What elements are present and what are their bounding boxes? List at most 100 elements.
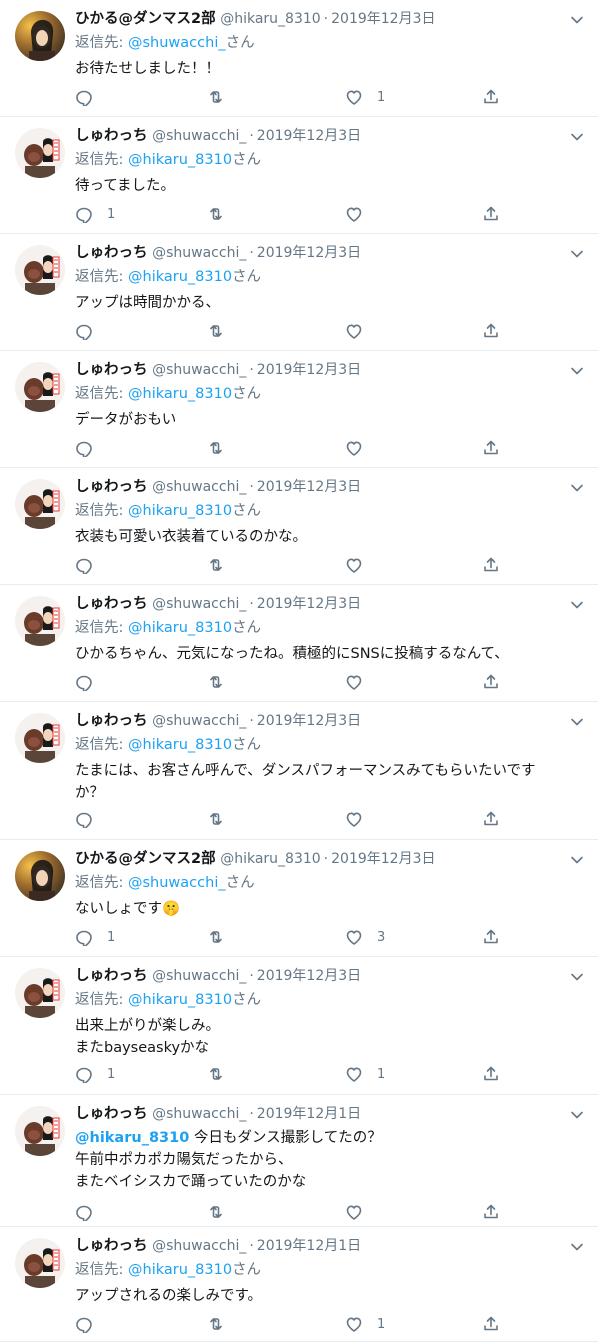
reply-button[interactable]: [75, 1201, 93, 1223]
reply-mention-link[interactable]: @hikaru_8310: [128, 992, 232, 1008]
display-name[interactable]: しゅわっち: [75, 1106, 148, 1122]
tweet[interactable]: しゅわっち @shuwacchi_ · 2019年12月3日 返信先: @hikaru…: [0, 234, 598, 351]
like-button[interactable]: [345, 320, 363, 342]
chevron-down-icon[interactable]: [570, 1239, 584, 1253]
share-button[interactable]: [482, 554, 500, 576]
avatar[interactable]: [15, 11, 65, 61]
display-name[interactable]: しゅわっち: [75, 479, 148, 495]
reply-mention-link[interactable]: @shuwacchi_: [128, 875, 226, 891]
user-handle[interactable]: @shuwacchi_: [152, 1106, 246, 1122]
tweet-date[interactable]: 2019年12月3日: [257, 713, 361, 729]
share-button[interactable]: [482, 203, 500, 225]
share-button[interactable]: [482, 1063, 500, 1085]
share-button[interactable]: [482, 86, 500, 108]
like-button[interactable]: [345, 1201, 363, 1223]
tweet[interactable]: ひかる@ダンマス2部 @hikaru_8310 · 2019年12月3日 返信先: @…: [0, 0, 598, 117]
display-name[interactable]: ひかる@ダンマス2部: [75, 11, 216, 27]
chevron-down-icon[interactable]: [570, 969, 584, 983]
display-name[interactable]: しゅわっち: [75, 245, 148, 261]
user-handle[interactable]: @hikaru_8310: [220, 11, 320, 27]
reply-button[interactable]: [75, 671, 93, 693]
tweet-date[interactable]: 2019年12月3日: [257, 968, 361, 984]
display-name[interactable]: しゅわっち: [75, 1238, 148, 1254]
share-button[interactable]: [482, 1201, 500, 1223]
reply-button[interactable]: [75, 554, 93, 576]
tweet-date[interactable]: 2019年12月3日: [257, 128, 361, 144]
tweet-date[interactable]: 2019年12月3日: [331, 851, 435, 867]
like-button[interactable]: [345, 554, 363, 576]
reply-button[interactable]: [75, 320, 93, 342]
tweet[interactable]: しゅわっち @shuwacchi_ · 2019年12月3日 返信先: @hikaru…: [0, 585, 598, 702]
avatar[interactable]: [15, 1238, 65, 1288]
like-button[interactable]: [345, 203, 363, 225]
user-handle[interactable]: @shuwacchi_: [152, 128, 246, 144]
reply-mention-link[interactable]: @hikaru_8310: [128, 152, 232, 168]
retweet-button[interactable]: [207, 203, 225, 225]
like-button[interactable]: 1: [345, 1313, 385, 1335]
tweet[interactable]: しゅわっち @shuwacchi_ · 2019年12月3日 返信先: @hikaru…: [0, 957, 598, 1095]
like-button[interactable]: [345, 437, 363, 459]
user-handle[interactable]: @shuwacchi_: [152, 479, 246, 495]
tweet-date[interactable]: 2019年12月3日: [257, 245, 361, 261]
retweet-button[interactable]: [207, 86, 225, 108]
chevron-down-icon[interactable]: [570, 597, 584, 611]
share-button[interactable]: [482, 1313, 500, 1335]
avatar[interactable]: [15, 851, 65, 901]
user-handle[interactable]: @shuwacchi_: [152, 713, 246, 729]
tweet[interactable]: しゅわっち @shuwacchi_ · 2019年12月1日 返信先: @hikaru…: [0, 1227, 598, 1342]
tweet-date[interactable]: 2019年12月3日: [257, 479, 361, 495]
avatar[interactable]: [15, 596, 65, 646]
chevron-down-icon[interactable]: [570, 852, 584, 866]
reply-mention-link[interactable]: @hikaru_8310: [128, 503, 232, 519]
share-button[interactable]: [482, 671, 500, 693]
user-handle[interactable]: @shuwacchi_: [152, 968, 246, 984]
avatar[interactable]: [15, 362, 65, 412]
reply-mention-link[interactable]: @hikaru_8310: [128, 737, 232, 753]
like-button[interactable]: [345, 671, 363, 693]
reply-button[interactable]: 1: [75, 203, 115, 225]
reply-mention-link[interactable]: @hikaru_8310: [128, 1262, 232, 1278]
chevron-down-icon[interactable]: [570, 1107, 584, 1121]
inline-mention-link[interactable]: @hikaru_8310: [75, 1130, 189, 1146]
chevron-down-icon[interactable]: [570, 714, 584, 728]
retweet-button[interactable]: [207, 1313, 225, 1335]
share-button[interactable]: [482, 320, 500, 342]
tweet-date[interactable]: 2019年12月1日: [257, 1106, 361, 1122]
avatar[interactable]: [15, 1106, 65, 1156]
retweet-button[interactable]: [207, 437, 225, 459]
tweet-date[interactable]: 2019年12月1日: [257, 1238, 361, 1254]
reply-button[interactable]: [75, 437, 93, 459]
reply-mention-link[interactable]: @hikaru_8310: [128, 386, 232, 402]
chevron-down-icon[interactable]: [570, 363, 584, 377]
tweet[interactable]: しゅわっち @shuwacchi_ · 2019年12月3日 返信先: @hikaru…: [0, 117, 598, 234]
user-handle[interactable]: @shuwacchi_: [152, 1238, 246, 1254]
reply-button[interactable]: [75, 86, 93, 108]
tweet[interactable]: ひかる@ダンマス2部 @hikaru_8310 · 2019年12月3日 返信先: @…: [0, 840, 598, 957]
tweet[interactable]: しゅわっち @shuwacchi_ · 2019年12月3日 返信先: @hikaru…: [0, 468, 598, 585]
user-handle[interactable]: @shuwacchi_: [152, 245, 246, 261]
display-name[interactable]: しゅわっち: [75, 128, 148, 144]
user-handle[interactable]: @shuwacchi_: [152, 596, 246, 612]
retweet-button[interactable]: [207, 671, 225, 693]
like-button[interactable]: 1: [345, 86, 385, 108]
retweet-button[interactable]: [207, 1063, 225, 1085]
like-button[interactable]: 3: [345, 926, 385, 948]
avatar[interactable]: [15, 128, 65, 178]
avatar[interactable]: [15, 479, 65, 529]
share-button[interactable]: [482, 926, 500, 948]
tweet-date[interactable]: 2019年12月3日: [257, 596, 361, 612]
tweet[interactable]: しゅわっち @shuwacchi_ · 2019年12月1日 @hikaru_8310…: [0, 1095, 598, 1227]
tweet[interactable]: しゅわっち @shuwacchi_ · 2019年12月3日 返信先: @hikaru…: [0, 702, 598, 840]
chevron-down-icon[interactable]: [570, 129, 584, 143]
tweet-date[interactable]: 2019年12月3日: [257, 362, 361, 378]
display-name[interactable]: しゅわっち: [75, 596, 148, 612]
retweet-button[interactable]: [207, 554, 225, 576]
retweet-button[interactable]: [207, 320, 225, 342]
avatar[interactable]: [15, 968, 65, 1018]
display-name[interactable]: しゅわっち: [75, 713, 148, 729]
avatar[interactable]: [15, 245, 65, 295]
like-button[interactable]: 1: [345, 1063, 385, 1085]
tweet[interactable]: しゅわっち @shuwacchi_ · 2019年12月3日 返信先: @hikaru…: [0, 351, 598, 468]
share-button[interactable]: [482, 808, 500, 830]
display-name[interactable]: しゅわっち: [75, 362, 148, 378]
